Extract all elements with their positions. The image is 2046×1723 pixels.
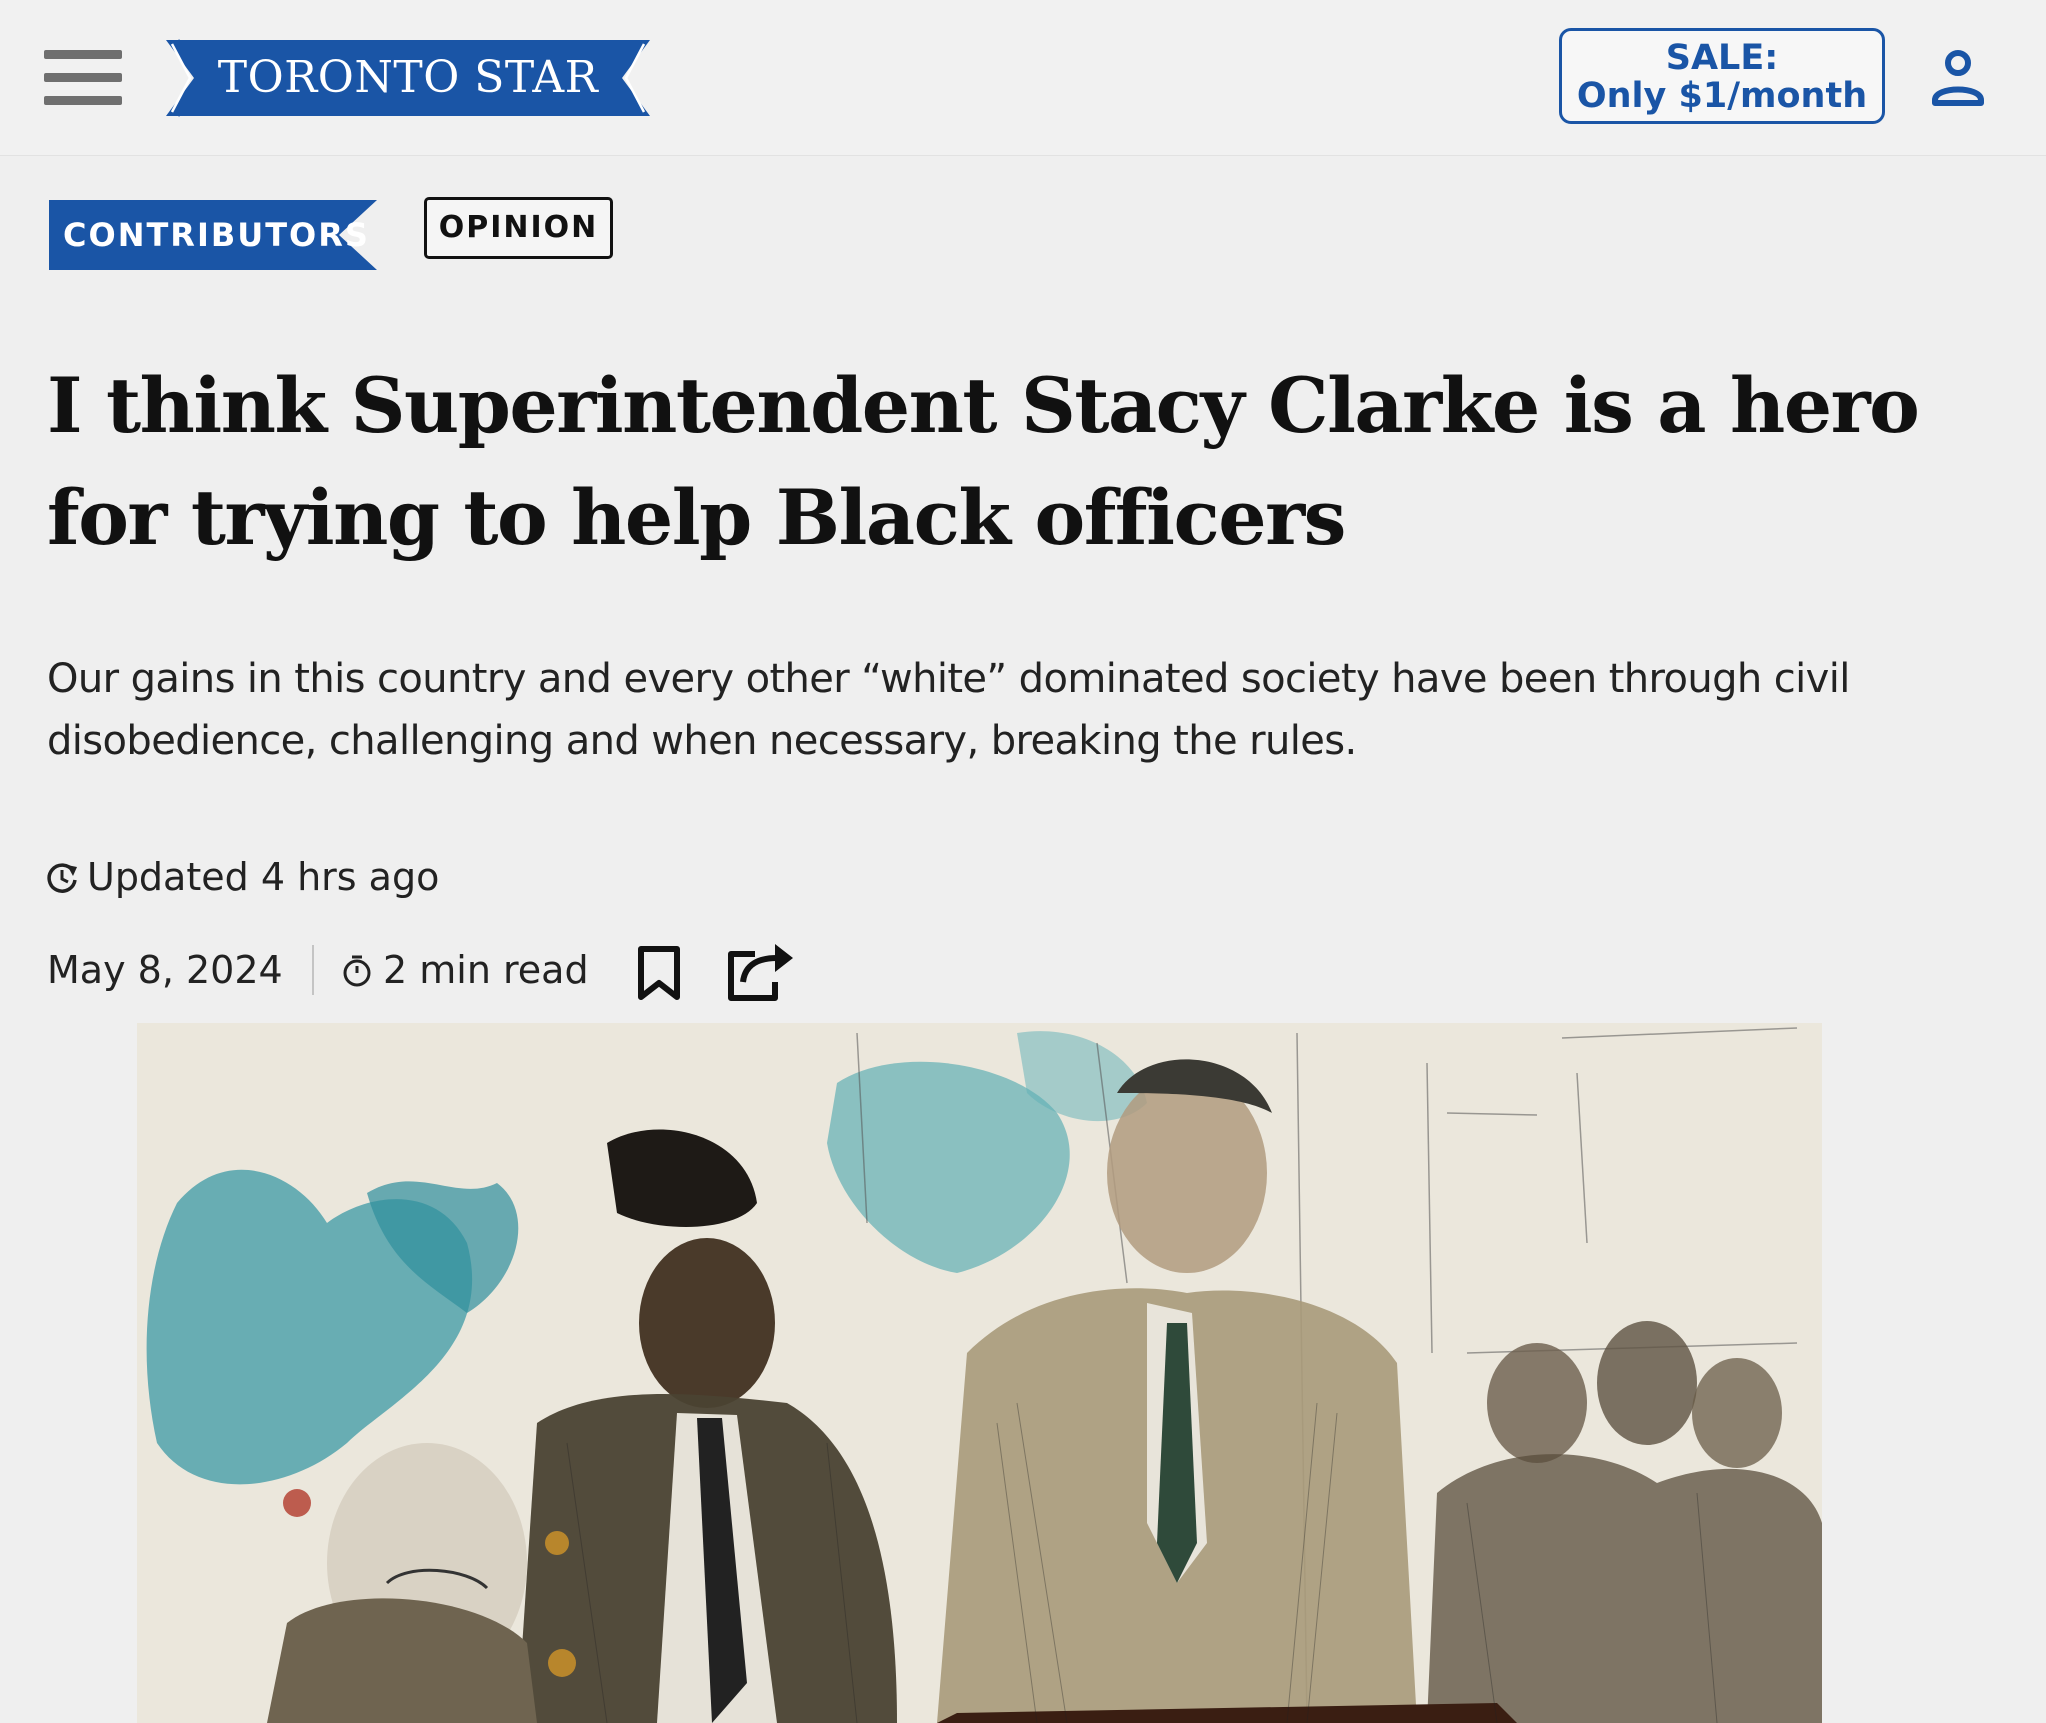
- refresh-clock-icon: [47, 863, 77, 893]
- read-time: 2 min read: [341, 940, 589, 1000]
- courtroom-sketch-illustration: [137, 1023, 1822, 1723]
- meta-divider: [312, 945, 314, 995]
- sale-price: Only $1/month: [1576, 76, 1868, 116]
- hamburger-menu-icon[interactable]: [44, 50, 122, 106]
- article-dek: Our gains in this country and every othe…: [47, 656, 1850, 764]
- user-account-icon[interactable]: [1930, 48, 1986, 108]
- article-meta-row: May 8, 2024 2 min read: [47, 940, 847, 1001]
- stopwatch-icon: [343, 955, 371, 987]
- publish-date: May 8, 2024: [47, 948, 283, 992]
- logo-wordmark: TORONTO STAR: [217, 52, 599, 103]
- toronto-star-logo[interactable]: TORONTO STAR: [166, 38, 650, 118]
- share-icon[interactable]: [725, 938, 797, 1004]
- site-header: TORONTO STAR SALE: Only $1/month: [0, 0, 2046, 156]
- section-tag-label: CONTRIBUTORS: [63, 216, 370, 254]
- opinion-label[interactable]: OPINION: [424, 197, 613, 259]
- updated-timestamp: Updated 4 hrs ago: [45, 852, 439, 902]
- sale-label: SALE:: [1665, 38, 1779, 78]
- updated-text: Updated 4 hrs ago: [87, 855, 440, 899]
- subscribe-sale-button[interactable]: SALE: Only $1/month: [1559, 28, 1885, 124]
- section-tag-contributors[interactable]: CONTRIBUTORS: [49, 200, 377, 270]
- bookmark-icon[interactable]: [633, 945, 685, 1001]
- article-headline: I think Superintendent Stacy Clarke is a…: [47, 361, 1920, 562]
- read-time-text: 2 min read: [383, 948, 589, 992]
